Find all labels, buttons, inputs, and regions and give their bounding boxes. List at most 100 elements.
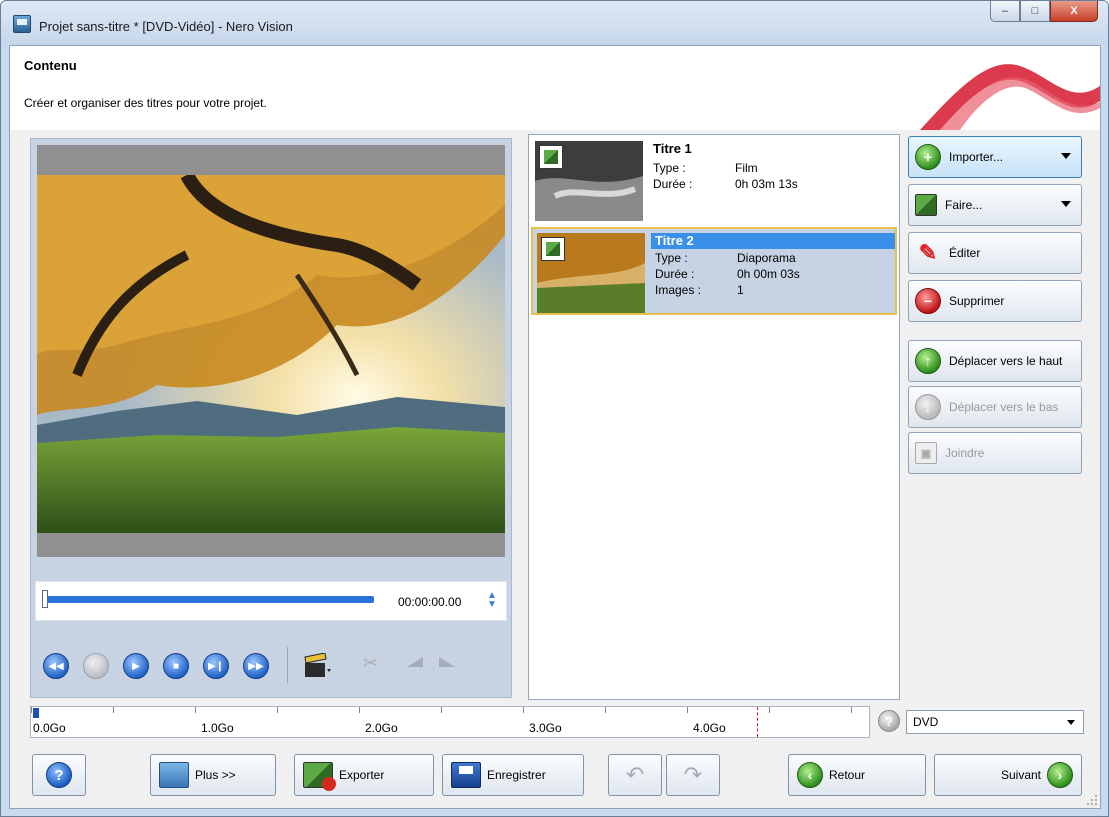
save-button[interactable]: Enregistrer xyxy=(442,754,584,796)
more-label: Plus >> xyxy=(195,768,236,782)
arrow-left-icon: ‹ xyxy=(797,762,823,788)
redo-button: ↷ xyxy=(666,754,720,796)
skip-to-end-icon[interactable]: ▶▶ xyxy=(243,653,269,679)
move-down-label: Déplacer vers le bas xyxy=(949,400,1059,414)
next-label: Suivant xyxy=(1000,768,1041,782)
trim-left-icon xyxy=(407,657,423,667)
disc-capacity-bar: 0.0Go 1.0Go 2.0Go 3.0Go 4.0Go xyxy=(30,706,870,738)
stop-icon[interactable]: ■ xyxy=(163,653,189,679)
disc-type-select[interactable]: DVD xyxy=(906,710,1084,734)
next-button[interactable]: Suivant › xyxy=(934,754,1082,796)
arrow-down-icon: ↓ xyxy=(915,394,941,420)
preview-image xyxy=(37,175,505,533)
window-controls: – □ X xyxy=(990,1,1098,23)
join-label: Joindre xyxy=(945,446,985,460)
move-up-button[interactable]: ↑ Déplacer vers le haut xyxy=(908,340,1082,382)
type-label: Type : xyxy=(655,251,688,265)
arrow-up-icon: ↑ xyxy=(915,348,941,374)
video-preview xyxy=(37,145,505,557)
film-title-icon xyxy=(539,145,563,169)
title-item-1[interactable]: Titre 1 Type : Film Durée : 0h 03m 13s xyxy=(531,137,897,225)
preview-panel: 00:00:00.00 ▲ ▼ ◀◀ ❙ ▶ ■ ▶❙ ▶▶ ✂ xyxy=(30,138,512,698)
undo-button: ↶ xyxy=(608,754,662,796)
edit-label: Éditer xyxy=(949,246,981,260)
maximize-button[interactable]: □ xyxy=(1020,1,1050,22)
pencil-icon: ✎ xyxy=(918,240,938,265)
duration-value: 0h 03m 13s xyxy=(735,177,798,191)
chevron-down-icon xyxy=(1067,720,1075,725)
move-down-button: ↓ Déplacer vers le bas xyxy=(908,386,1082,428)
toolbar-separator xyxy=(287,647,288,683)
capacity-limit-marker xyxy=(757,707,758,737)
step-back-icon: ❙ xyxy=(83,653,109,679)
client-area: Contenu Créer et organiser des titres po… xyxy=(9,45,1101,809)
floppy-disk-icon xyxy=(451,762,481,788)
step-forward-icon[interactable]: ▶❙ xyxy=(203,653,229,679)
clapperboard-icon[interactable] xyxy=(303,653,331,679)
capacity-used xyxy=(33,708,39,718)
time-spinner[interactable]: ▲ ▼ xyxy=(485,591,499,611)
chevron-down-icon xyxy=(1061,153,1071,159)
title-name: Titre 1 xyxy=(653,141,692,156)
title-thumbnail xyxy=(535,141,643,221)
title-thumbnail xyxy=(537,233,645,313)
minimize-button[interactable]: – xyxy=(990,1,1020,22)
delete-icon: − xyxy=(915,288,941,314)
join-icon: ▣ xyxy=(915,442,937,464)
capacity-label: 3.0Go xyxy=(529,721,562,735)
move-up-label: Déplacer vers le haut xyxy=(949,354,1063,368)
preview-timeline: 00:00:00.00 ▲ ▼ xyxy=(35,581,507,621)
export-icon xyxy=(303,762,336,791)
window-title: Projet sans-titre * [DVD-Vidéo] - Nero V… xyxy=(39,19,293,34)
playback-track[interactable] xyxy=(44,596,374,603)
duration-label: Durée : xyxy=(653,177,693,191)
save-label: Enregistrer xyxy=(487,768,546,782)
help-icon: ? xyxy=(46,762,72,788)
help-button[interactable]: ? xyxy=(32,754,86,796)
import-label: Importer... xyxy=(949,150,1004,164)
type-value: Diaporama xyxy=(737,251,796,265)
duration-label: Durée : xyxy=(655,267,695,281)
undo-icon: ↶ xyxy=(625,762,645,787)
resize-grip-icon[interactable] xyxy=(1086,794,1098,806)
scissors-icon: ✂ xyxy=(363,653,379,673)
back-button[interactable]: ‹ Retour xyxy=(788,754,926,796)
make-label: Faire... xyxy=(945,198,983,212)
more-options-icon xyxy=(159,762,189,788)
export-button[interactable]: Exporter xyxy=(294,754,434,796)
playback-slider-handle[interactable] xyxy=(42,590,48,608)
capacity-label: 1.0Go xyxy=(201,721,234,735)
title-list[interactable]: Titre 1 Type : Film Durée : 0h 03m 13s T… xyxy=(528,134,900,700)
play-icon[interactable]: ▶ xyxy=(123,653,149,679)
capacity-label: 2.0Go xyxy=(365,721,398,735)
more-button[interactable]: Plus >> xyxy=(150,754,276,796)
delete-button[interactable]: − Supprimer xyxy=(908,280,1082,322)
edit-button[interactable]: ✎ Éditer xyxy=(908,232,1082,274)
images-label: Images : xyxy=(655,283,702,297)
title-name: Titre 2 xyxy=(651,233,895,249)
back-label: Retour xyxy=(829,768,866,782)
duration-value: 0h 00m 03s xyxy=(737,267,800,281)
capacity-label: 4.0Go xyxy=(693,721,726,735)
redo-icon: ↷ xyxy=(683,762,703,787)
nero-swoosh-logo xyxy=(920,64,1100,130)
capacity-label: 0.0Go xyxy=(33,721,66,735)
current-time: 00:00:00.00 xyxy=(398,595,462,609)
title-bar: Projet sans-titre * [DVD-Vidéo] - Nero V… xyxy=(1,1,1108,45)
type-label: Type : xyxy=(653,161,686,175)
import-button[interactable]: + Importer... xyxy=(908,136,1082,178)
title-item-2[interactable]: Titre 2 Type : Diaporama Durée : 0h 00m … xyxy=(531,227,897,315)
images-value: 1 xyxy=(737,283,744,297)
help-icon[interactable]: ? xyxy=(878,710,900,732)
slideshow-title-icon xyxy=(541,237,565,261)
app-window: Projet sans-titre * [DVD-Vidéo] - Nero V… xyxy=(0,0,1109,817)
page-header: Contenu Créer et organiser des titres po… xyxy=(10,46,1100,130)
disc-type-value: DVD xyxy=(913,715,939,729)
delete-label: Supprimer xyxy=(949,294,1005,308)
plus-icon: + xyxy=(915,144,941,170)
trim-right-icon xyxy=(439,657,455,667)
make-title-icon xyxy=(915,194,937,216)
make-button[interactable]: Faire... xyxy=(908,184,1082,226)
close-button[interactable]: X xyxy=(1050,1,1098,22)
skip-to-start-icon[interactable]: ◀◀ xyxy=(43,653,69,679)
